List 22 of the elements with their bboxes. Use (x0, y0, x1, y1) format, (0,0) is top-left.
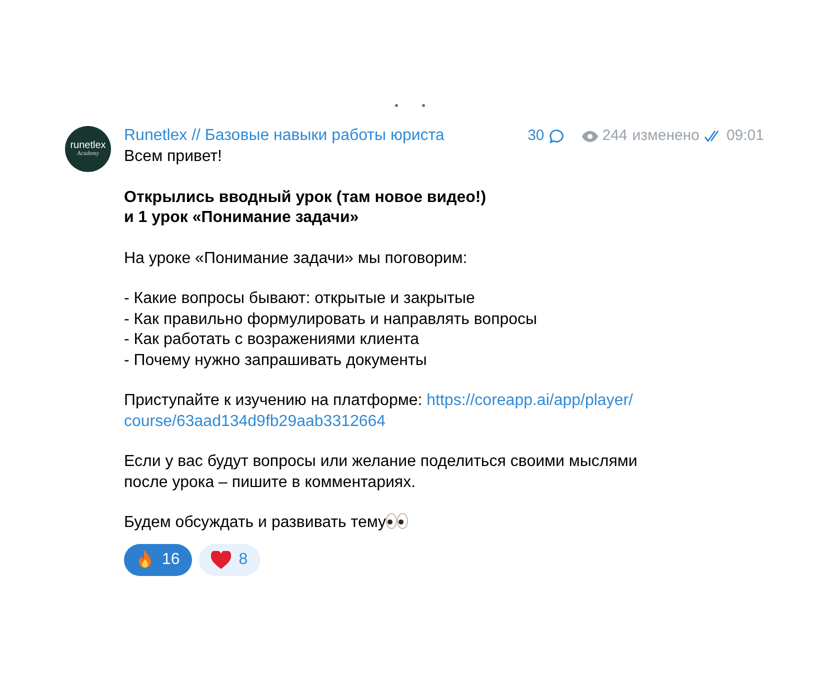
comment-icon (549, 128, 564, 144)
eyes-icon (386, 513, 408, 529)
message-paragraph: Будем обсуждать и развивать тему (124, 513, 764, 534)
course-link[interactable]: https://coreapp.ai/app/player/ (426, 391, 633, 412)
message-paragraph: Всем привет! (124, 147, 223, 167)
fire-icon (136, 550, 154, 570)
message-time: 09:01 (726, 126, 764, 146)
course-link[interactable]: course/63aad134d9fb29aab3312664 (124, 412, 386, 432)
eye-icon (582, 130, 598, 142)
avatar-text: runetlex (70, 140, 106, 151)
channel-name[interactable]: Runetlex // Базовые навыки работы юриста (124, 124, 444, 148)
reaction-button[interactable]: 8 (198, 544, 260, 576)
message-text: Приступайте к изучению на платформе: (124, 391, 424, 411)
edited-label: изменено (632, 126, 700, 146)
message-paragraph: - Какие вопросы бывают: открытые и закрытые - Как правильно формулировать и направлять вопросы - Как работать с возражениями клиента - Почему нужно запрашивать документы (124, 289, 538, 370)
comments-count[interactable]: 30 (528, 124, 544, 148)
views-count: 244 (602, 126, 628, 146)
bold-paragraph: Открылись вводный урок (там новое видео!) и 1 урок «Понимание задачи» (124, 188, 488, 228)
message-paragraph: На уроке «Понимание задачи» мы поговорим: (124, 248, 468, 268)
reaction-button[interactable]: 16 (124, 544, 192, 576)
message-paragraph: Если у вас будут вопросы или желание поделиться своими мыслями после урока – пишите в комментариях. (124, 452, 638, 492)
heart-icon (210, 550, 231, 568)
